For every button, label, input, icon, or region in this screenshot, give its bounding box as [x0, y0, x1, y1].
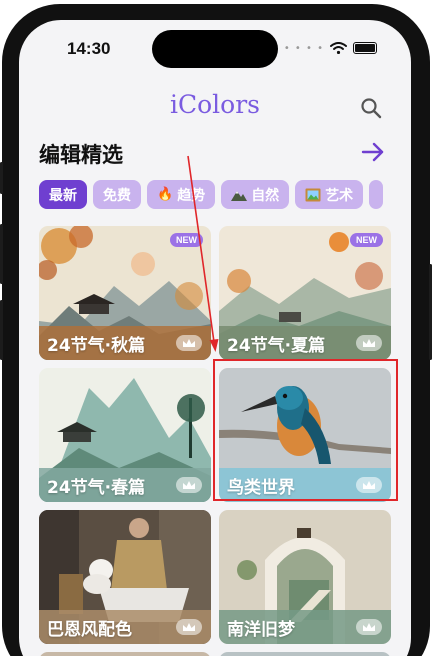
- chip-more-partial[interactable]: [369, 180, 384, 209]
- phone-action-button: [0, 162, 3, 194]
- chip-label: 自然: [251, 187, 280, 204]
- palette-card-summer[interactable]: NEW 24节气·夏篇: [219, 226, 391, 360]
- battery-icon: [353, 42, 377, 54]
- crown-icon: [176, 619, 202, 635]
- card-title: 24节气·夏篇: [227, 335, 326, 356]
- chip-nature[interactable]: 自然: [221, 180, 290, 209]
- crown-icon: [176, 335, 202, 351]
- palette-card-partial[interactable]: [219, 652, 391, 656]
- search-icon[interactable]: [359, 96, 383, 120]
- card-title: 巴恩风配色: [47, 619, 132, 640]
- chip-label: 免费: [103, 187, 131, 204]
- palette-card-spring[interactable]: 24节气·春篇: [39, 368, 211, 502]
- app-header: iColors: [19, 86, 411, 130]
- section-title: 编辑精选: [39, 143, 123, 167]
- status-time: 14:30: [67, 39, 111, 58]
- palette-card-partial[interactable]: [39, 652, 211, 656]
- palette-card-nanyang[interactable]: 南洋旧梦: [219, 510, 391, 644]
- card-title: 24节气·秋篇: [47, 335, 146, 356]
- chip-free[interactable]: 免费: [93, 180, 141, 209]
- new-badge: NEW: [350, 233, 383, 247]
- card-title: 鸟类世界: [227, 477, 295, 498]
- editor-picks-header: 编辑精选: [19, 134, 411, 170]
- chip-label: 最新: [49, 187, 77, 204]
- mountain-icon: [231, 191, 248, 201]
- chip-label: 趋势: [177, 187, 206, 204]
- wifi-icon: [330, 42, 347, 54]
- chip-art[interactable]: 艺术: [295, 180, 364, 209]
- crown-icon: [356, 335, 382, 351]
- new-badge: NEW: [170, 233, 203, 247]
- phone-volume-up-button: [0, 224, 3, 284]
- chip-latest[interactable]: 最新: [39, 180, 87, 209]
- crown-icon: [176, 477, 202, 493]
- status-icons: • • • •: [284, 42, 377, 54]
- palette-card-birds[interactable]: 鸟类世界: [219, 368, 391, 502]
- status-bar: 14:30 • • • •: [19, 20, 411, 76]
- signal-dots-icon: • • • •: [283, 42, 324, 54]
- chip-label: 艺术: [325, 187, 354, 204]
- app-logo: iColors: [169, 90, 260, 119]
- card-title: 24节气·春篇: [47, 477, 146, 498]
- phone-screen: 14:30 • • • • iColors 编辑精选 最新 免费 🔥 趋势 自然…: [19, 20, 411, 656]
- chip-trending[interactable]: 🔥 趋势: [147, 180, 216, 209]
- fire-icon: 🔥: [157, 187, 174, 202]
- palette-card-autumn[interactable]: NEW 24节气·秋篇: [39, 226, 211, 360]
- crown-icon: [356, 619, 382, 635]
- phone-volume-down-button: [0, 300, 3, 360]
- dynamic-island: [152, 30, 278, 68]
- card-title: 南洋旧梦: [227, 619, 295, 640]
- framed-picture-icon: [305, 188, 321, 201]
- palette-card-barn-style[interactable]: 巴恩风配色: [39, 510, 211, 644]
- arrow-right-icon[interactable]: [359, 138, 387, 166]
- crown-icon: [356, 477, 382, 493]
- category-chips: 最新 免费 🔥 趋势 自然 艺术: [39, 180, 411, 210]
